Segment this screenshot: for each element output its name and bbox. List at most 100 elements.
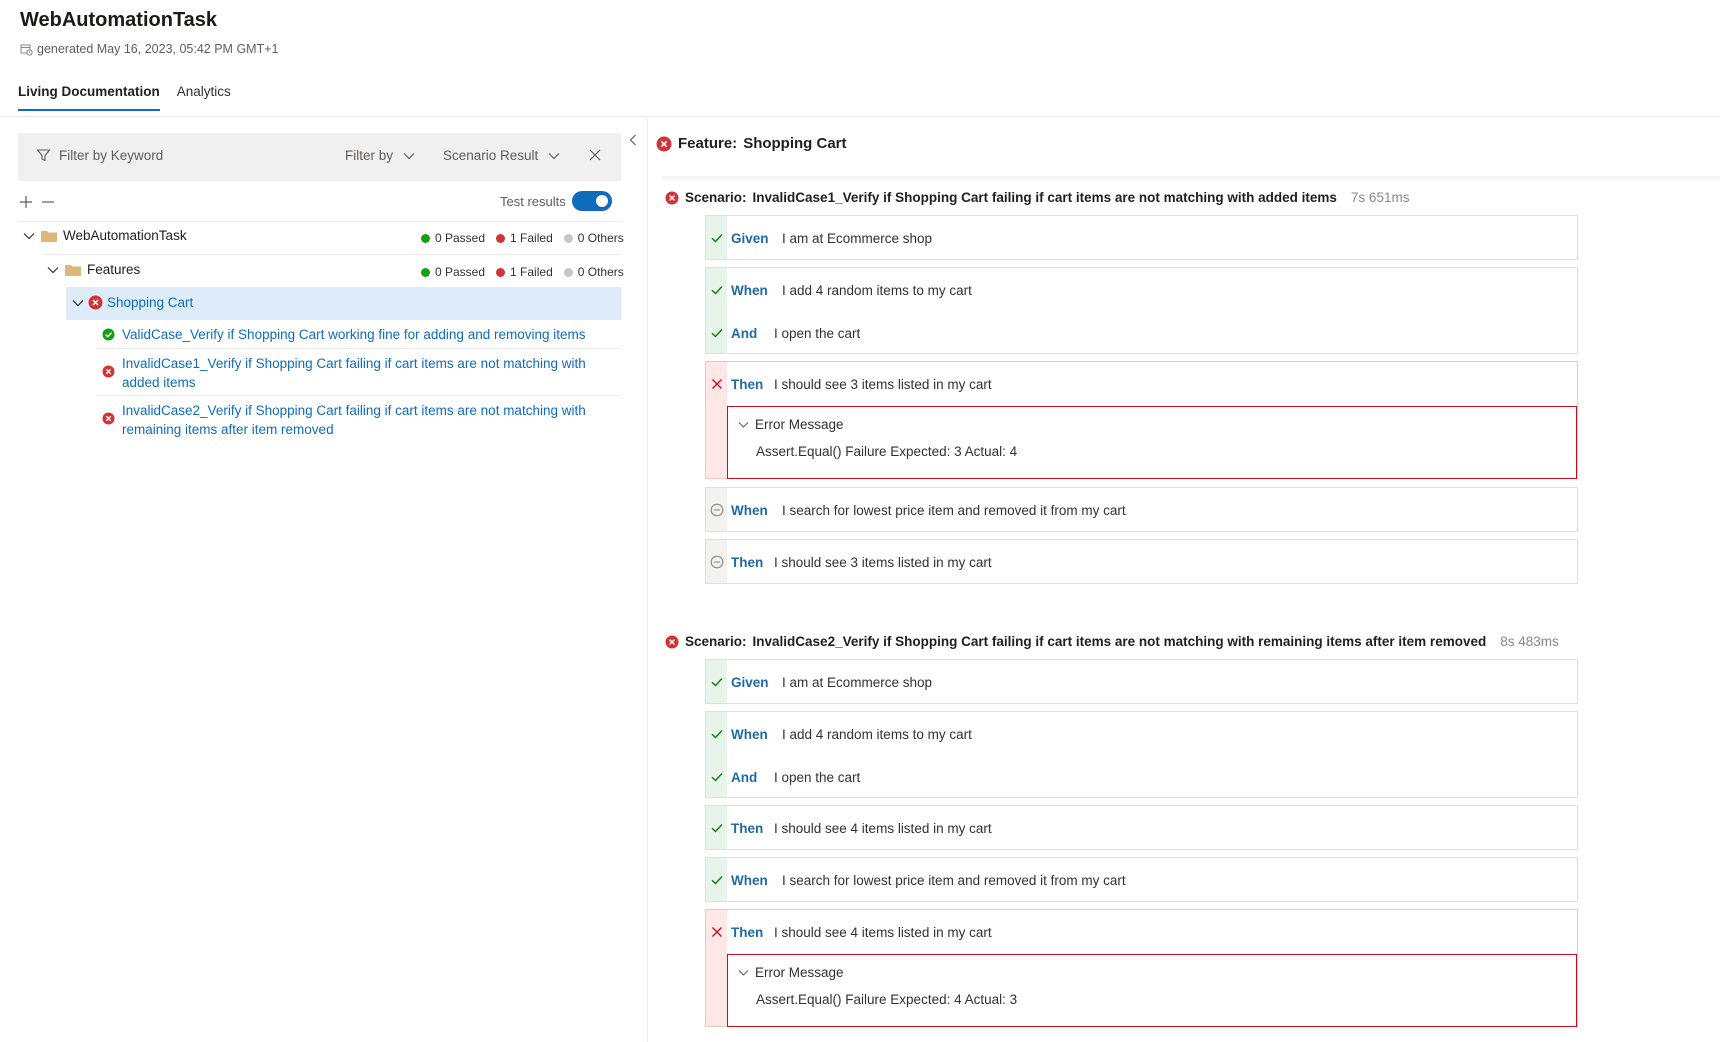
failed-count-text: 1 Failed xyxy=(510,231,553,245)
folder-icon xyxy=(41,230,57,242)
step-group: Then I should see 4 items listed in my c… xyxy=(705,805,1578,850)
step-text: I add 4 random items to my cart xyxy=(782,282,972,298)
passed-count: 0 Passed xyxy=(421,265,485,279)
tree-scenario-invalid2[interactable]: InvalidCase2_Verify if Shopping Cart fai… xyxy=(122,401,586,439)
step-group: When I search for lowest price item and … xyxy=(705,487,1578,532)
tab-living-documentation[interactable]: Living Documentation xyxy=(18,76,160,111)
step-keyword: When xyxy=(731,502,768,518)
scenario-label: Scenario: xyxy=(685,634,747,649)
step-group: When I add 4 random items to my cart And… xyxy=(705,267,1578,354)
scenario-status-failed-icon xyxy=(102,365,115,381)
tree-scenario-valid[interactable]: ValidCase_Verify if Shopping Cart workin… xyxy=(122,325,586,344)
filter-bar: Filter by Keyword Filter by Scenario Res… xyxy=(18,133,621,181)
error-circle-icon xyxy=(102,365,115,378)
toggle-knob xyxy=(596,195,608,207)
passed-dot-icon xyxy=(421,267,430,277)
others-count: 0 Others xyxy=(563,265,624,279)
minus-icon xyxy=(42,201,54,203)
chevron-down-icon xyxy=(47,266,59,273)
step-text: I am at Ecommerce shop xyxy=(782,674,933,690)
error-message-panel: Error Message Assert.Equal() Failure Exp… xyxy=(727,954,1577,1027)
root-stats: 0 Passed 1 Failed 0 Others xyxy=(410,231,624,245)
collapse-pane-button[interactable] xyxy=(627,133,639,150)
chevron-down-icon xyxy=(738,969,749,976)
generated-timestamp: generated May 16, 2023, 05:42 PM GMT+1 xyxy=(20,42,278,56)
step-group-failed: Then I should see 3 items listed in my c… xyxy=(705,361,1578,479)
check-icon xyxy=(711,678,723,687)
check-icon xyxy=(711,824,723,833)
feature-label: Feature: xyxy=(678,135,738,152)
scenario-result-dropdown[interactable]: Scenario Result xyxy=(443,148,560,163)
failed-count: 1 Failed xyxy=(496,231,553,245)
step-text: I open the cart xyxy=(774,769,861,785)
scenario-2-header[interactable]: Scenario: InvalidCase2_Verify if Shoppin… xyxy=(665,634,1559,649)
features-stats: 0 Passed 1 Failed 0 Others xyxy=(410,265,624,279)
cross-icon xyxy=(712,927,722,937)
check-icon xyxy=(711,234,723,243)
step-status-strip xyxy=(706,268,727,353)
tree-item-root-label: WebAutomationTask xyxy=(63,228,187,243)
filter-by-dropdown[interactable]: Filter by xyxy=(345,148,415,163)
passed-count-text: 0 Passed xyxy=(435,231,486,245)
expand-all-button[interactable] xyxy=(18,194,34,213)
error-message-text: Assert.Equal() Failure Expected: 3 Actua… xyxy=(756,444,1018,459)
error-circle-icon xyxy=(88,295,103,310)
skipped-icon xyxy=(710,555,724,569)
test-results-toggle[interactable] xyxy=(572,191,612,211)
error-message-title: Error Message xyxy=(755,417,844,432)
tree-divider xyxy=(43,254,621,255)
step-group: When I add 4 random items to my cart And… xyxy=(705,711,1578,798)
tree-scenario-invalid1-line1: InvalidCase1_Verify if Shopping Cart fai… xyxy=(122,356,586,371)
step-text: I should see 3 items listed in my cart xyxy=(774,554,992,570)
error-circle-icon xyxy=(665,635,679,648)
header-divider xyxy=(0,116,1720,117)
scenario-1-header[interactable]: Scenario: InvalidCase1_Verify if Shoppin… xyxy=(665,190,1409,205)
error-message-panel: Error Message Assert.Equal() Failure Exp… xyxy=(727,406,1577,479)
error-message-toggle[interactable]: Error Message xyxy=(738,965,844,980)
skipped-icon xyxy=(710,503,724,517)
scenario-duration: 8s 483ms xyxy=(1500,634,1559,649)
step-keyword: Given xyxy=(731,230,769,246)
failed-count: 1 Failed xyxy=(496,265,553,279)
check-icon xyxy=(711,773,723,782)
collapse-all-button[interactable] xyxy=(40,194,56,213)
keyword-filter-input[interactable]: Filter by Keyword xyxy=(36,148,163,163)
filter-by-label: Filter by xyxy=(345,148,394,163)
failed-dot-icon xyxy=(496,233,506,243)
others-dot-icon xyxy=(563,267,573,277)
step-keyword: Then xyxy=(731,376,764,392)
clear-filter-button[interactable] xyxy=(588,148,602,165)
passed-count: 0 Passed xyxy=(421,231,485,245)
cross-icon xyxy=(712,379,722,389)
error-message-toggle[interactable]: Error Message xyxy=(738,417,844,432)
step-text: I am at Ecommerce shop xyxy=(782,230,933,246)
error-message-title: Error Message xyxy=(755,965,844,980)
tab-analytics[interactable]: Analytics xyxy=(177,76,231,111)
tree-item-feature[interactable]: Shopping Cart xyxy=(71,295,193,310)
tree-item-features[interactable]: Features xyxy=(46,262,140,277)
close-icon xyxy=(589,149,601,161)
tree-divider xyxy=(18,221,621,222)
scenario-name: InvalidCase2_Verify if Shopping Cart fai… xyxy=(752,634,1487,649)
test-results-label: Test results xyxy=(500,194,566,209)
scenario-result-label: Scenario Result xyxy=(443,148,539,163)
tree-item-features-label: Features xyxy=(87,262,141,277)
scenario-status-failed-icon xyxy=(102,412,115,428)
feature-title: Feature: Shopping Cart xyxy=(656,135,847,152)
check-icon xyxy=(711,329,723,338)
generated-text: generated May 16, 2023, 05:42 PM GMT+1 xyxy=(37,42,279,56)
others-count-text: 0 Others xyxy=(577,265,624,279)
tree-scenario-invalid1[interactable]: InvalidCase1_Verify if Shopping Cart fai… xyxy=(122,354,586,392)
tree-item-root[interactable]: WebAutomationTask xyxy=(22,228,187,243)
scenario-duration: 7s 651ms xyxy=(1350,190,1410,205)
failed-dot-icon xyxy=(496,267,506,277)
pane-divider[interactable] xyxy=(647,118,648,1042)
calendar-clock-icon xyxy=(20,44,33,56)
others-count-text: 0 Others xyxy=(577,231,624,245)
folder-icon xyxy=(65,264,81,276)
error-circle-icon xyxy=(102,412,115,425)
step-group-failed: Then I should see 4 items listed in my c… xyxy=(705,909,1578,1027)
check-circle-icon xyxy=(102,328,115,341)
step-keyword: Then xyxy=(731,924,764,940)
step-keyword: And xyxy=(731,769,758,785)
